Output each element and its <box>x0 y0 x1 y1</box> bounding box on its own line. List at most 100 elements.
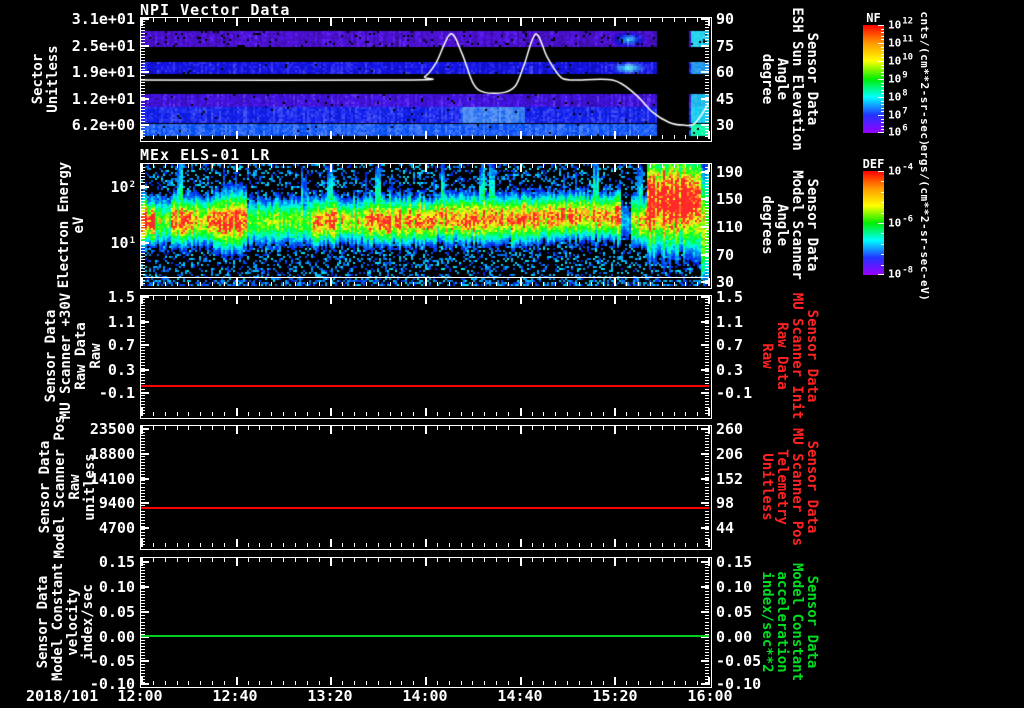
x-minor-tick <box>390 18 391 22</box>
x-minor-tick <box>271 18 272 22</box>
x-major-tick <box>520 278 522 286</box>
x-minor-tick <box>354 681 355 685</box>
y-major-tick <box>701 660 709 663</box>
y-minor-tick <box>141 520 145 521</box>
y-major-tick <box>701 198 709 201</box>
x-minor-tick <box>484 681 485 685</box>
x-minor-tick <box>472 18 473 22</box>
x-minor-tick <box>378 282 379 286</box>
y-minor-tick <box>141 274 145 275</box>
x-minor-tick <box>153 296 154 300</box>
x-major-tick <box>520 426 522 434</box>
y-minor-tick <box>705 618 709 619</box>
y-minor-tick <box>141 625 145 626</box>
y-minor-tick <box>705 374 709 375</box>
y-minor-tick <box>705 85 709 86</box>
x-minor-tick <box>177 135 178 139</box>
colorbar-minor-tick <box>881 129 884 131</box>
x-minor-tick <box>283 282 284 286</box>
x-minor-tick <box>461 18 462 22</box>
y-minor-tick <box>141 42 145 43</box>
y-minor-tick <box>705 235 709 236</box>
y-minor-tick <box>705 499 709 500</box>
x-minor-tick <box>638 426 639 430</box>
x-minor-tick <box>496 296 497 300</box>
x-minor-tick <box>342 282 343 286</box>
y-minor-tick <box>705 570 709 571</box>
y-minor-tick <box>705 401 709 402</box>
y-tick-label-right: 0.3 <box>716 360 744 379</box>
x-minor-tick <box>401 681 402 685</box>
x-minor-tick <box>543 18 544 22</box>
x-major-tick <box>614 131 616 139</box>
y-minor-tick <box>141 499 145 500</box>
x-minor-tick <box>579 164 580 168</box>
x-minor-tick <box>674 135 675 139</box>
x-minor-tick <box>437 426 438 430</box>
y-minor-tick <box>705 655 709 656</box>
x-minor-tick <box>390 681 391 685</box>
x-major-tick <box>708 296 710 304</box>
x-minor-tick <box>555 426 556 430</box>
x-minor-tick <box>319 681 320 685</box>
x-minor-tick <box>543 164 544 168</box>
x-major-tick <box>236 426 238 434</box>
y-minor-tick <box>141 517 145 518</box>
x-minor-tick <box>626 426 627 430</box>
y-minor-tick <box>705 221 709 222</box>
y-tick-label-right: 260 <box>716 419 744 438</box>
x-minor-tick <box>200 412 201 416</box>
x-minor-tick <box>603 135 604 139</box>
y-minor-tick <box>141 30 145 31</box>
colorbar-minor-tick <box>881 122 884 124</box>
y-minor-tick <box>705 194 709 195</box>
y-minor-tick <box>705 54 709 55</box>
x-minor-tick <box>603 282 604 286</box>
x-minor-tick <box>484 558 485 562</box>
y-minor-tick <box>705 212 709 213</box>
colorbar-title-def: DEF <box>862 157 885 171</box>
colorbar-minor-tick <box>881 46 884 48</box>
y-major-tick <box>141 585 149 588</box>
x-tick-label: 14:40 <box>497 687 543 705</box>
y-minor-tick <box>705 60 709 61</box>
x-minor-tick <box>153 135 154 139</box>
x-minor-tick <box>638 412 639 416</box>
x-minor-tick <box>567 412 568 416</box>
x-minor-tick <box>366 164 367 168</box>
x-minor-tick <box>295 135 296 139</box>
x-minor-tick <box>259 543 260 547</box>
y-tick-label-left: 102 <box>110 177 135 196</box>
y-minor-tick <box>141 253 145 254</box>
y-major-tick <box>141 660 149 663</box>
colorbar-major-tick <box>878 97 884 98</box>
x-minor-tick <box>271 543 272 547</box>
y-minor-tick <box>141 326 145 327</box>
x-minor-tick <box>188 558 189 562</box>
y-minor-tick <box>705 582 709 583</box>
x-major-tick <box>236 164 238 172</box>
x-minor-tick <box>319 558 320 562</box>
y-minor-tick <box>705 664 709 665</box>
x-minor-tick <box>496 543 497 547</box>
x-minor-tick <box>674 412 675 416</box>
x-minor-tick <box>224 296 225 300</box>
x-minor-tick <box>165 426 166 430</box>
y-minor-tick <box>141 487 145 488</box>
y-minor-tick <box>705 218 709 219</box>
y-minor-tick <box>141 209 145 210</box>
x-minor-tick <box>685 558 686 562</box>
x-minor-tick <box>662 558 663 562</box>
x-major-tick <box>708 18 710 26</box>
x-major-tick <box>425 408 427 416</box>
x-minor-tick <box>366 412 367 416</box>
y-minor-tick <box>705 438 709 439</box>
x-minor-tick <box>697 282 698 286</box>
x-minor-tick <box>697 558 698 562</box>
x-minor-tick <box>674 681 675 685</box>
x-minor-tick <box>200 135 201 139</box>
x-major-tick <box>708 164 710 172</box>
x-minor-tick <box>283 164 284 168</box>
x-minor-tick <box>295 543 296 547</box>
y-minor-tick <box>141 588 145 589</box>
